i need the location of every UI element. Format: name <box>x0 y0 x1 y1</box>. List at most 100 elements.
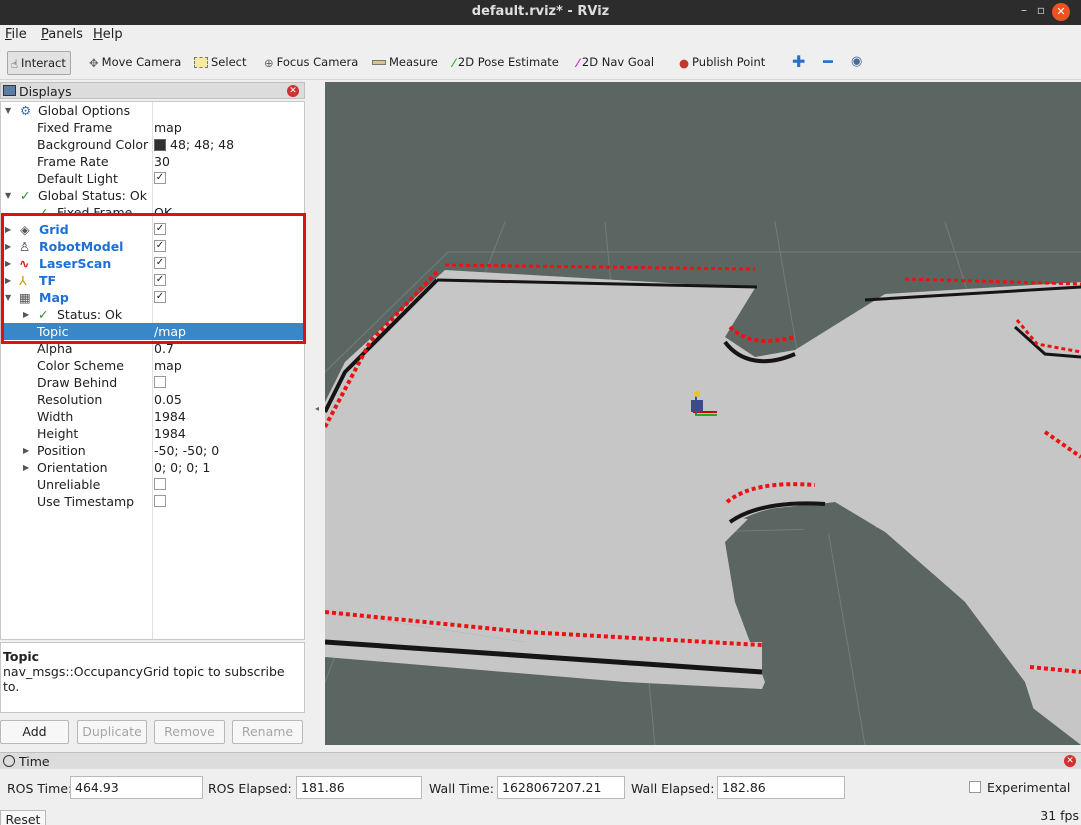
wall-elapsed-field[interactable]: 182.86 <box>717 776 845 799</box>
robot-icon: ♙ <box>19 239 31 254</box>
map-render <box>325 221 1081 745</box>
ruler-icon <box>372 60 386 65</box>
status-ok-icon: ✓ <box>38 307 49 322</box>
grid-icon: ◈ <box>20 222 30 237</box>
tree-row-topic[interactable]: Topic /map <box>1 323 304 340</box>
interact-button[interactable]: ☝ Interact <box>7 51 71 75</box>
tree-row-use-timestamp[interactable]: Use Timestamp <box>1 493 304 510</box>
panel-splitter[interactable]: ◂ <box>311 82 325 745</box>
expand-arrow-icon[interactable]: ▶ <box>23 306 29 323</box>
expand-arrow-icon[interactable]: ▶ <box>23 459 29 476</box>
tree-row-default-light[interactable]: Default Light ✓ <box>1 170 304 187</box>
expand-arrow-icon[interactable]: ▶ <box>5 238 11 255</box>
tree-row-tf[interactable]: ▶ ⅄ TF ✓ <box>1 272 304 289</box>
tree-row-width[interactable]: Width 1984 <box>1 408 304 425</box>
close-panel-icon[interactable]: ✕ <box>287 85 299 97</box>
wall-time-field[interactable]: 1628067207.21 <box>497 776 625 799</box>
pose-estimate-button[interactable]: ⁄ 2D Pose Estimate <box>450 51 562 75</box>
collapse-left-icon[interactable]: ◂ <box>315 404 319 413</box>
tree-row-background-color[interactable]: Background Color 48; 48; 48 <box>1 136 304 153</box>
menu-bar: File Panels Help <box>0 25 1081 46</box>
tree-row-color-scheme[interactable]: Color Scheme map <box>1 357 304 374</box>
duplicate-button[interactable]: Duplicate <box>77 720 147 744</box>
select-icon <box>194 57 208 68</box>
experimental-label: Experimental <box>987 780 1071 795</box>
menu-file[interactable]: File <box>5 27 27 42</box>
view-eye-icon[interactable]: ◉ <box>848 51 865 75</box>
nav-goal-button[interactable]: ⁄ 2D Nav Goal <box>574 51 657 75</box>
map-pin-icon: ● <box>679 55 690 70</box>
map-checkbox[interactable]: ✓ <box>154 291 166 303</box>
description-text: nav_msgs::OccupancyGrid topic to subscri… <box>3 664 285 694</box>
tree-row-robotmodel[interactable]: ▶ ♙ RobotModel ✓ <box>1 238 304 255</box>
displays-panel: Displays ✕ ▼ ⚙ Global Options Fixed Fram… <box>0 82 306 748</box>
grid-checkbox[interactable]: ✓ <box>154 223 166 235</box>
add-tool-icon[interactable]: ✚ <box>789 51 808 75</box>
tree-row-map-status[interactable]: ▶ ✓ Status: Ok <box>1 306 304 323</box>
tree-row-laserscan[interactable]: ▶ ∿ LaserScan ✓ <box>1 255 304 272</box>
tree-row-alpha[interactable]: Alpha 0.7 <box>1 340 304 357</box>
publish-point-button[interactable]: ● Publish Point <box>676 51 768 75</box>
menu-panels[interactable]: Panels <box>41 27 83 42</box>
ros-time-field[interactable]: 464.93 <box>70 776 203 799</box>
tree-row-orientation[interactable]: ▶ Orientation 0; 0; 0; 1 <box>1 459 304 476</box>
reset-button[interactable]: Reset <box>0 810 46 825</box>
rename-button[interactable]: Rename <box>232 720 303 744</box>
tree-row-fixed-frame-status[interactable]: ✓ Fixed Frame OK <box>1 204 304 213</box>
green-arrow-icon: ⁄ <box>453 55 455 70</box>
focus-camera-button[interactable]: ⊕ Focus Camera <box>261 51 361 75</box>
tf-icon: ⅄ <box>19 273 27 288</box>
description-title: Topic <box>3 649 40 664</box>
draw-behind-checkbox[interactable] <box>154 376 166 388</box>
close-window-icon[interactable]: ✕ <box>1052 3 1070 21</box>
collapse-arrow-icon[interactable]: ▼ <box>5 289 11 306</box>
render-viewport[interactable] <box>325 82 1081 745</box>
tree-row-unreliable[interactable]: Unreliable <box>1 476 304 493</box>
tf-checkbox[interactable]: ✓ <box>154 274 166 286</box>
expand-arrow-icon[interactable]: ▶ <box>5 221 11 238</box>
toolbar: ☝ Interact ✥ Move Camera Select ⊕ Focus Cam… <box>0 46 1081 80</box>
wall-elapsed-label: Wall Elapsed: <box>631 781 715 796</box>
use-timestamp-checkbox[interactable] <box>154 495 166 507</box>
time-panel-header: Time ✕ <box>0 752 1081 769</box>
experimental-checkbox[interactable] <box>969 781 981 793</box>
default-light-checkbox[interactable]: ✓ <box>154 172 166 184</box>
maximize-icon[interactable]: ▫ <box>1037 3 1045 17</box>
clock-icon <box>3 755 15 767</box>
tree-row-global-status[interactable]: ▼ ✓ Global Status: Ok <box>1 187 304 204</box>
gear-icon: ⚙ <box>20 103 32 118</box>
expand-arrow-icon[interactable]: ▶ <box>23 442 29 459</box>
laserscan-checkbox[interactable]: ✓ <box>154 257 166 269</box>
tree-row-resolution[interactable]: Resolution 0.05 <box>1 391 304 408</box>
move-camera-button[interactable]: ✥ Move Camera <box>86 51 184 75</box>
remove-tool-icon[interactable]: ━ <box>820 51 836 75</box>
tree-row-global-options[interactable]: ▼ ⚙ Global Options <box>1 102 304 119</box>
close-panel-icon[interactable]: ✕ <box>1064 755 1076 767</box>
tree-row-position[interactable]: ▶ Position -50; -50; 0 <box>1 442 304 459</box>
collapse-arrow-icon[interactable]: ▼ <box>5 187 11 204</box>
remove-button[interactable]: Remove <box>154 720 225 744</box>
ros-elapsed-field[interactable]: 181.86 <box>296 776 422 799</box>
expand-arrow-icon[interactable]: ▶ <box>5 272 11 289</box>
tree-row-draw-behind[interactable]: Draw Behind <box>1 374 304 391</box>
select-button[interactable]: Select <box>191 51 249 75</box>
robotmodel-checkbox[interactable]: ✓ <box>154 240 166 252</box>
collapse-arrow-icon[interactable]: ▼ <box>5 102 11 119</box>
minimize-icon[interactable]: – <box>1021 3 1027 17</box>
move-camera-icon: ✥ <box>89 55 99 70</box>
occupancy-map <box>325 270 1081 745</box>
display-buttons: Add Duplicate Remove Rename <box>0 720 305 744</box>
measure-button[interactable]: Measure <box>369 51 441 75</box>
menu-help[interactable]: Help <box>93 27 123 42</box>
tree-row-grid[interactable]: ▶ ◈ Grid ✓ <box>1 221 304 238</box>
tree-row-fixed-frame[interactable]: Fixed Frame map <box>1 119 304 136</box>
title-bar: default.rviz* - RViz – ▫ ✕ <box>0 0 1081 25</box>
tree-row-frame-rate[interactable]: Frame Rate 30 <box>1 153 304 170</box>
ros-time-label: ROS Time: <box>7 781 73 796</box>
status-ok-icon: ✓ <box>20 188 31 203</box>
unreliable-checkbox[interactable] <box>154 478 166 490</box>
tree-row-map[interactable]: ▼ ▦ Map ✓ <box>1 289 304 306</box>
add-button[interactable]: Add <box>0 720 69 744</box>
expand-arrow-icon[interactable]: ▶ <box>5 255 11 272</box>
tree-row-height[interactable]: Height 1984 <box>1 425 304 442</box>
